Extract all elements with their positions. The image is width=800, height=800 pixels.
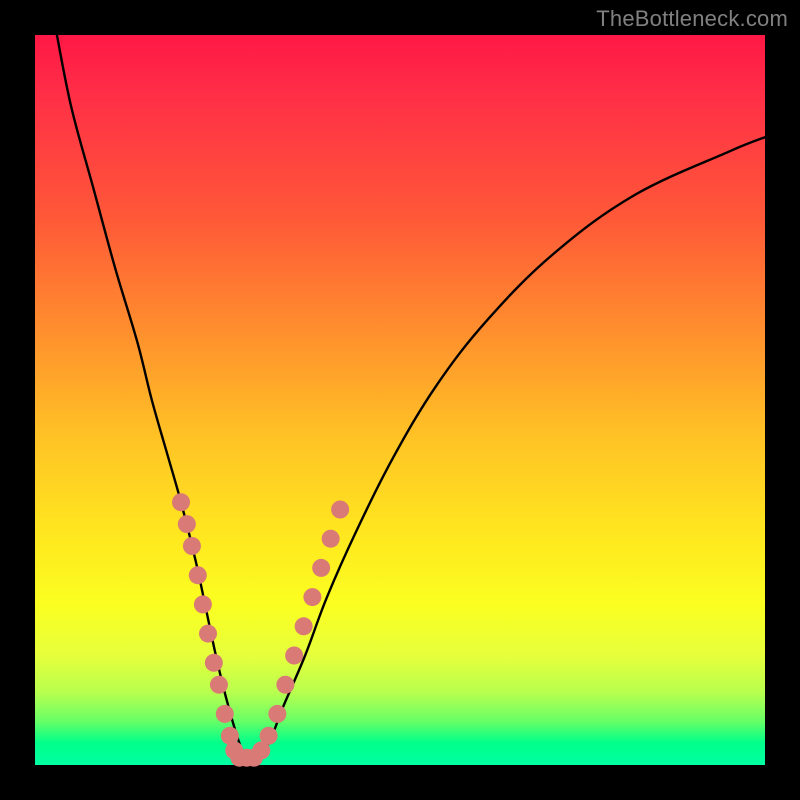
highlight-dot bbox=[331, 501, 349, 519]
highlight-dot bbox=[216, 705, 234, 723]
plot-area bbox=[35, 35, 765, 765]
highlight-dot bbox=[172, 493, 190, 511]
highlight-dot bbox=[303, 588, 321, 606]
chart-frame: TheBottleneck.com bbox=[0, 0, 800, 800]
highlight-dot bbox=[312, 559, 330, 577]
highlight-dot bbox=[189, 566, 207, 584]
highlight-dot bbox=[205, 654, 223, 672]
highlight-dot bbox=[276, 676, 294, 694]
highlight-dot bbox=[178, 515, 196, 533]
chart-svg bbox=[35, 35, 765, 765]
highlight-dot bbox=[183, 537, 201, 555]
highlight-dot bbox=[260, 727, 278, 745]
highlight-dot bbox=[199, 625, 217, 643]
bottleneck-curve bbox=[57, 35, 765, 760]
highlight-dot bbox=[210, 676, 228, 694]
highlight-dot bbox=[194, 595, 212, 613]
highlight-dot bbox=[285, 647, 303, 665]
highlight-dots bbox=[172, 493, 349, 767]
highlight-dot bbox=[295, 617, 313, 635]
highlight-dot bbox=[322, 530, 340, 548]
watermark-text: TheBottleneck.com bbox=[596, 6, 788, 32]
highlight-dot bbox=[268, 705, 286, 723]
